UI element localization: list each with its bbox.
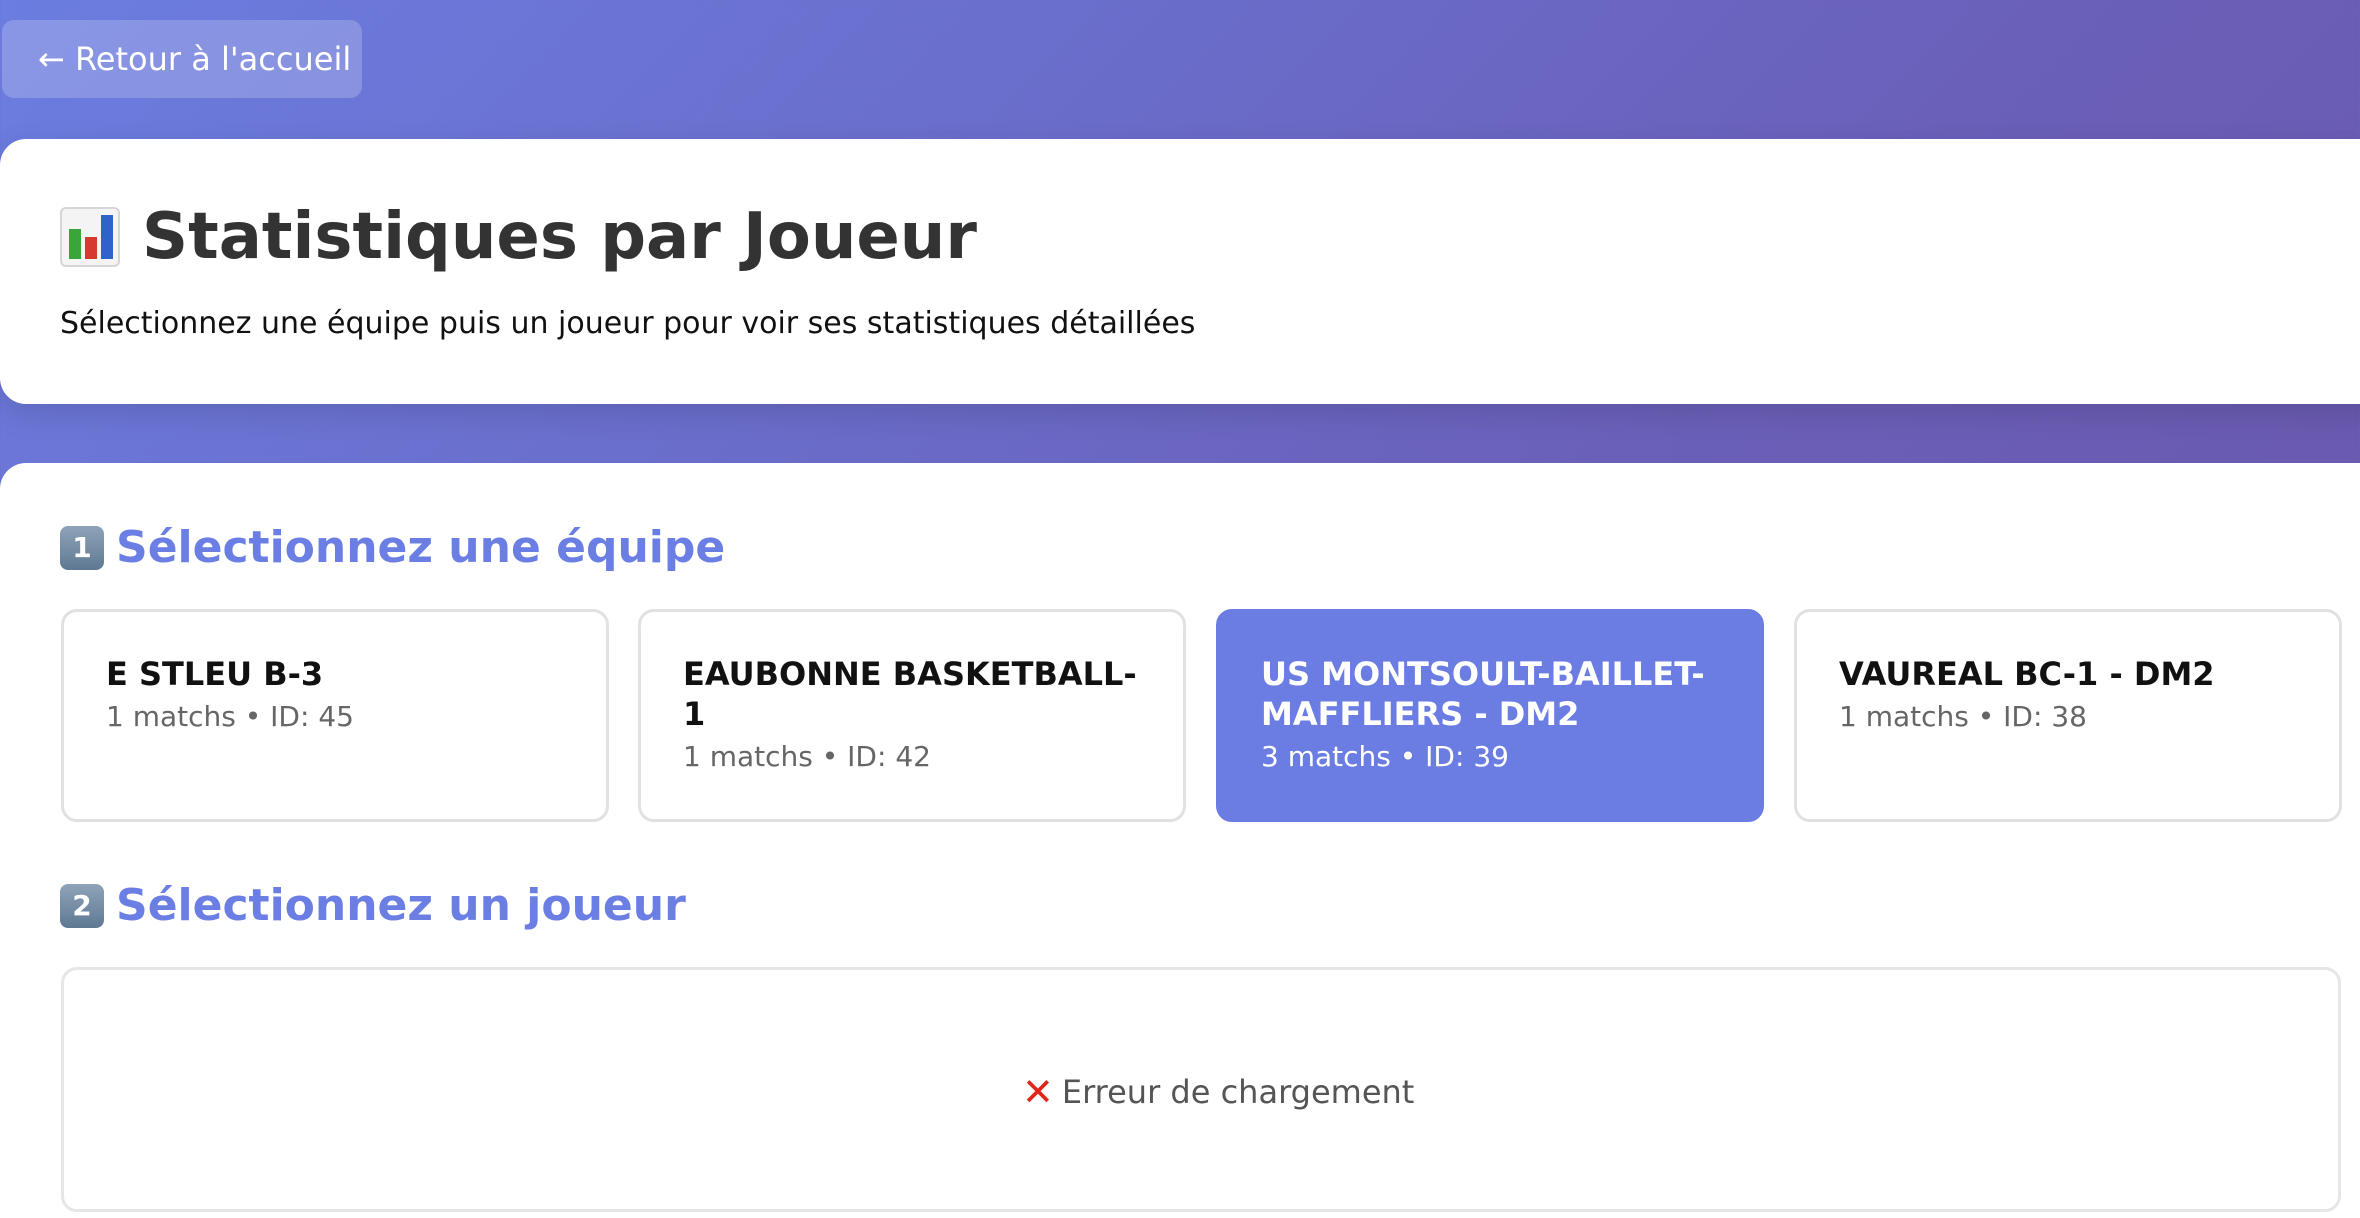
back-to-home-button[interactable]: ← Retour à l'accueil	[2, 20, 362, 98]
team-name: E STLEU B-3	[106, 655, 324, 693]
team-meta: 3 matchs • ID: 39	[1261, 740, 1509, 773]
team-card-montsoult[interactable]: US MONTSOULT-BAILLET-MAFFLIERS - DM2 3 m…	[1216, 609, 1764, 822]
bar-chart-icon	[60, 207, 120, 267]
page-subtitle: Sélectionnez une équipe puis un joueur p…	[60, 306, 1196, 341]
team-meta: 1 matchs • ID: 38	[1839, 700, 2087, 733]
team-card-vaureal[interactable]: VAUREAL BC-1 - DM2 1 matchs • ID: 38	[1794, 609, 2342, 822]
team-card-estleu[interactable]: E STLEU B-3 1 matchs • ID: 45	[61, 609, 609, 822]
team-name: EAUBONNE BASKETBALL-1	[683, 655, 1137, 733]
player-section-heading: 2 Sélectionnez un joueur	[60, 880, 686, 931]
loading-error-message: ✕ Erreur de chargement	[1022, 1070, 1414, 1114]
team-card-eaubonne[interactable]: EAUBONNE BASKETBALL-1 1 matchs • ID: 42	[638, 609, 1186, 822]
page-title-text: Statistiques par Joueur	[142, 200, 977, 274]
player-section-title: Sélectionnez un joueur	[116, 880, 686, 931]
x-icon: ✕	[1022, 1070, 1054, 1114]
keycap-two-icon: 2	[60, 883, 104, 928]
team-meta: 1 matchs • ID: 45	[106, 700, 354, 733]
team-meta: 1 matchs • ID: 42	[683, 740, 931, 773]
error-text: Erreur de chargement	[1061, 1073, 1415, 1111]
keycap-one-icon: 1	[60, 525, 104, 570]
back-label: ← Retour à l'accueil	[38, 40, 352, 78]
team-name: US MONTSOULT-BAILLET-MAFFLIERS - DM2	[1261, 655, 1705, 733]
team-name: VAUREAL BC-1 - DM2	[1839, 655, 2215, 693]
page-title: Statistiques par Joueur	[60, 200, 977, 274]
team-section-heading: 1 Sélectionnez une équipe	[60, 522, 725, 573]
team-section-title: Sélectionnez une équipe	[116, 522, 726, 573]
